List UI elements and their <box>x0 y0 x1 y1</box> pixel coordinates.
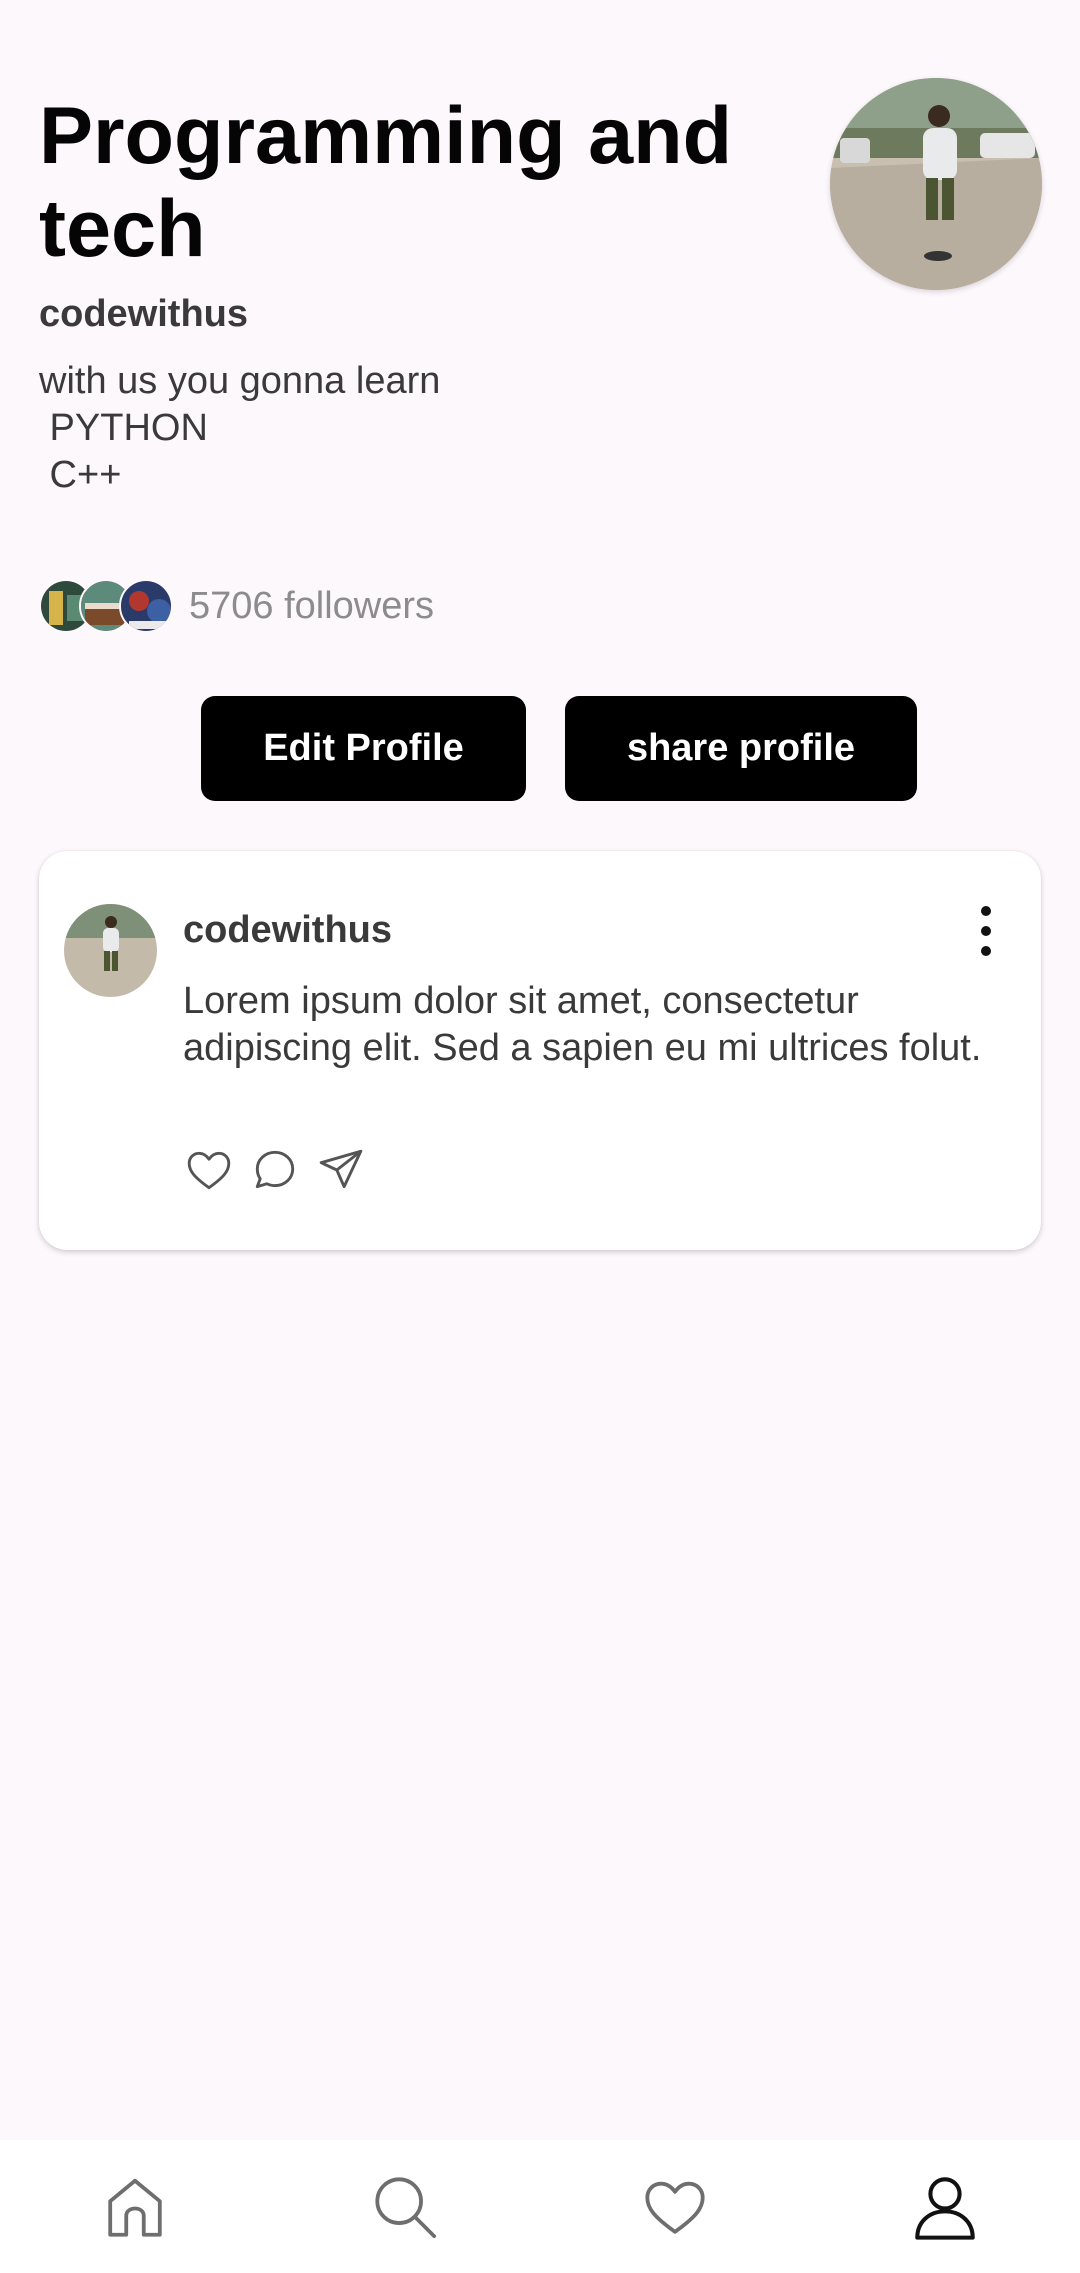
edit-profile-button[interactable]: Edit Profile <box>201 696 526 801</box>
profile-username: codewithus <box>39 293 249 335</box>
more-options-icon[interactable] <box>974 903 998 959</box>
post-text: Lorem ipsum dolor sit amet, consectetur … <box>183 980 982 1069</box>
followers-count[interactable]: 5706 followers <box>189 585 434 628</box>
post-card: codewithus Lorem ipsum dolor sit amet, c… <box>39 851 1041 1250</box>
followers-row[interactable]: 5706 followers <box>39 578 434 634</box>
nav-activity[interactable] <box>630 2162 720 2252</box>
nav-profile[interactable] <box>900 2162 990 2252</box>
bottom-navigation <box>0 2140 1080 2273</box>
follower-avatar <box>119 579 173 633</box>
heart-icon[interactable] <box>183 1144 235 1196</box>
nav-home[interactable] <box>90 2162 180 2252</box>
post-username[interactable]: codewithus <box>183 909 392 952</box>
post-avatar[interactable] <box>64 904 157 997</box>
profile-header: Programming and tech codewithus with us … <box>0 0 1080 560</box>
comment-icon[interactable] <box>249 1144 301 1196</box>
search-icon <box>375 2176 437 2238</box>
share-profile-button[interactable]: share profile <box>565 696 917 801</box>
profile-avatar[interactable] <box>830 78 1042 290</box>
person-icon <box>915 2176 975 2240</box>
nav-search[interactable] <box>360 2162 450 2252</box>
page-title: Programming and tech <box>39 91 733 274</box>
heart-icon <box>645 2181 705 2234</box>
send-icon[interactable] <box>315 1144 367 1196</box>
profile-bio: with us you gonna learn PYTHON C++ <box>39 360 441 496</box>
home-icon <box>108 2178 162 2237</box>
post-actions <box>183 1144 367 1198</box>
